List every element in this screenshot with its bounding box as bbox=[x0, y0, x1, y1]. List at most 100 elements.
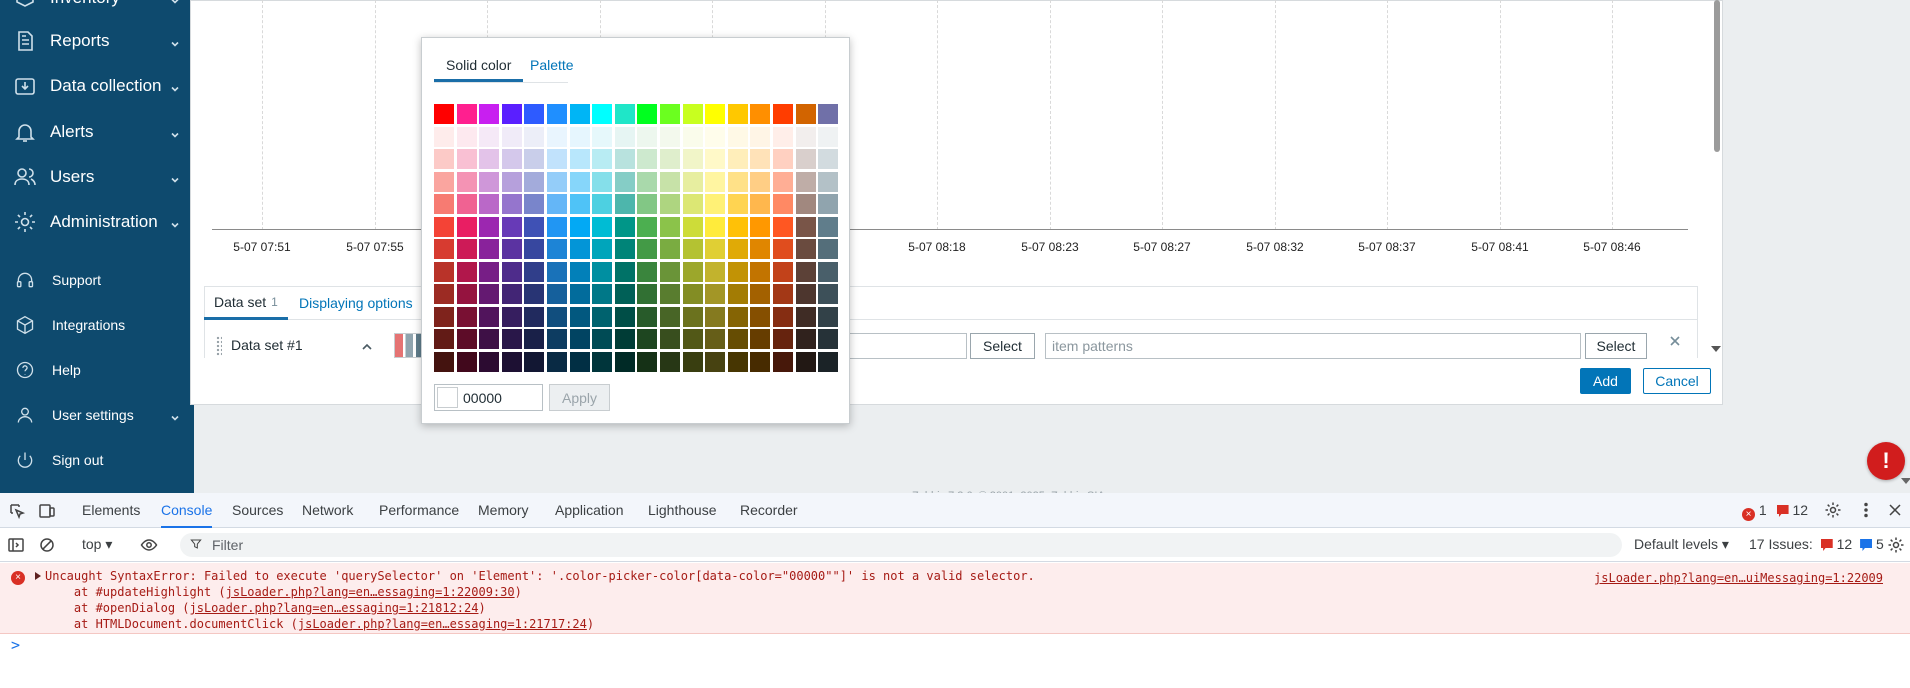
color-cell[interactable] bbox=[547, 217, 567, 237]
color-cell[interactable] bbox=[547, 307, 567, 327]
color-cell[interactable] bbox=[750, 262, 770, 282]
color-cell[interactable] bbox=[434, 262, 454, 282]
color-cell[interactable] bbox=[660, 172, 680, 192]
stack-frame-link[interactable]: jsLoader.php?lang=en…essaging=1:21812:24 bbox=[190, 601, 479, 615]
color-cell[interactable] bbox=[660, 352, 680, 372]
color-cell[interactable] bbox=[547, 194, 567, 214]
color-cell[interactable] bbox=[818, 104, 838, 124]
color-cell[interactable] bbox=[728, 262, 748, 282]
color-cell[interactable] bbox=[773, 352, 793, 372]
gear-icon[interactable] bbox=[1824, 501, 1842, 519]
color-cell[interactable] bbox=[773, 307, 793, 327]
color-cell[interactable] bbox=[502, 262, 522, 282]
gear-icon[interactable] bbox=[1887, 536, 1905, 554]
color-cell[interactable] bbox=[524, 149, 544, 169]
color-cell[interactable] bbox=[457, 217, 477, 237]
devtools-tab-performance[interactable]: Performance bbox=[379, 493, 459, 528]
color-cell[interactable] bbox=[750, 239, 770, 259]
sidebar-item-help[interactable]: Help bbox=[0, 360, 194, 380]
color-cell[interactable] bbox=[524, 329, 544, 349]
color-cell[interactable] bbox=[773, 149, 793, 169]
log-levels-select[interactable]: Default levels ▾ bbox=[1634, 536, 1729, 553]
color-cell[interactable] bbox=[547, 284, 567, 304]
more-vertical-icon[interactable] bbox=[1857, 501, 1875, 519]
color-cell[interactable] bbox=[750, 172, 770, 192]
color-cell[interactable] bbox=[818, 127, 838, 147]
color-cell[interactable] bbox=[434, 307, 454, 327]
hex-color-input[interactable] bbox=[463, 387, 541, 408]
stack-frame-link[interactable]: jsLoader.php?lang=en…essaging=1:22009:30 bbox=[226, 585, 515, 599]
color-cell[interactable] bbox=[773, 262, 793, 282]
color-cell[interactable] bbox=[457, 127, 477, 147]
context-select[interactable]: top ▾ bbox=[82, 536, 112, 553]
color-cell[interactable] bbox=[457, 104, 477, 124]
color-cell[interactable] bbox=[615, 262, 635, 282]
color-cell[interactable] bbox=[683, 307, 703, 327]
color-cell[interactable] bbox=[637, 329, 657, 349]
color-cell[interactable] bbox=[683, 329, 703, 349]
color-cell[interactable] bbox=[615, 217, 635, 237]
eye-icon[interactable] bbox=[140, 536, 158, 554]
color-cell[interactable] bbox=[660, 217, 680, 237]
color-cell[interactable] bbox=[818, 239, 838, 259]
color-cell[interactable] bbox=[728, 284, 748, 304]
color-cell[interactable] bbox=[660, 329, 680, 349]
color-cell[interactable] bbox=[796, 149, 816, 169]
color-cell[interactable] bbox=[570, 127, 590, 147]
color-cell[interactable] bbox=[434, 329, 454, 349]
color-cell[interactable] bbox=[479, 262, 499, 282]
color-cell[interactable] bbox=[615, 239, 635, 259]
color-cell[interactable] bbox=[773, 172, 793, 192]
devtools-message-counts[interactable]: × 1 12 bbox=[1742, 493, 1808, 528]
color-cell[interactable] bbox=[615, 284, 635, 304]
color-cell[interactable] bbox=[570, 239, 590, 259]
devtools-tab-lighthouse[interactable]: Lighthouse bbox=[648, 493, 717, 528]
issues-counter[interactable]: 17 Issues: 12 5 bbox=[1749, 536, 1884, 552]
color-cell[interactable] bbox=[479, 239, 499, 259]
console-filter-input[interactable] bbox=[180, 533, 1622, 557]
color-cell[interactable] bbox=[773, 284, 793, 304]
scroll-down-arrow-icon[interactable] bbox=[1711, 346, 1721, 352]
color-cell[interactable] bbox=[728, 239, 748, 259]
color-cell[interactable] bbox=[683, 239, 703, 259]
color-cell[interactable] bbox=[592, 329, 612, 349]
color-cell[interactable] bbox=[683, 194, 703, 214]
color-cell[interactable] bbox=[570, 329, 590, 349]
color-cell[interactable] bbox=[434, 127, 454, 147]
color-cell[interactable] bbox=[524, 352, 544, 372]
devtools-tab-network[interactable]: Network bbox=[302, 493, 353, 528]
color-cell[interactable] bbox=[683, 149, 703, 169]
color-cell[interactable] bbox=[660, 307, 680, 327]
color-cell[interactable] bbox=[796, 194, 816, 214]
devtools-tab-recorder[interactable]: Recorder bbox=[740, 493, 798, 528]
color-cell[interactable] bbox=[615, 104, 635, 124]
color-cell[interactable] bbox=[637, 284, 657, 304]
color-cell[interactable] bbox=[502, 127, 522, 147]
color-cell[interactable] bbox=[683, 284, 703, 304]
devtools-tab-application[interactable]: Application bbox=[555, 493, 624, 528]
color-cell[interactable] bbox=[705, 127, 725, 147]
devtools-tab-sources[interactable]: Sources bbox=[232, 493, 283, 528]
color-cell[interactable] bbox=[705, 194, 725, 214]
color-cell[interactable] bbox=[502, 329, 522, 349]
color-cell[interactable] bbox=[683, 262, 703, 282]
color-cell[interactable] bbox=[796, 262, 816, 282]
stack-frame-link[interactable]: jsLoader.php?lang=en…essaging=1:21717:24 bbox=[298, 617, 587, 631]
color-cell[interactable] bbox=[705, 262, 725, 282]
color-cell[interactable] bbox=[547, 352, 567, 372]
color-cell[interactable] bbox=[818, 172, 838, 192]
color-cell[interactable] bbox=[728, 194, 748, 214]
color-cell[interactable] bbox=[818, 194, 838, 214]
color-cell[interactable] bbox=[570, 194, 590, 214]
chevron-up-icon[interactable] bbox=[361, 340, 373, 352]
color-cell[interactable] bbox=[818, 329, 838, 349]
color-cell[interactable] bbox=[615, 194, 635, 214]
color-cell[interactable] bbox=[615, 307, 635, 327]
color-cell[interactable] bbox=[524, 172, 544, 192]
color-cell[interactable] bbox=[592, 127, 612, 147]
color-cell[interactable] bbox=[479, 172, 499, 192]
color-cell[interactable] bbox=[637, 127, 657, 147]
color-cell[interactable] bbox=[773, 194, 793, 214]
color-cell[interactable] bbox=[524, 194, 544, 214]
color-cell[interactable] bbox=[637, 239, 657, 259]
